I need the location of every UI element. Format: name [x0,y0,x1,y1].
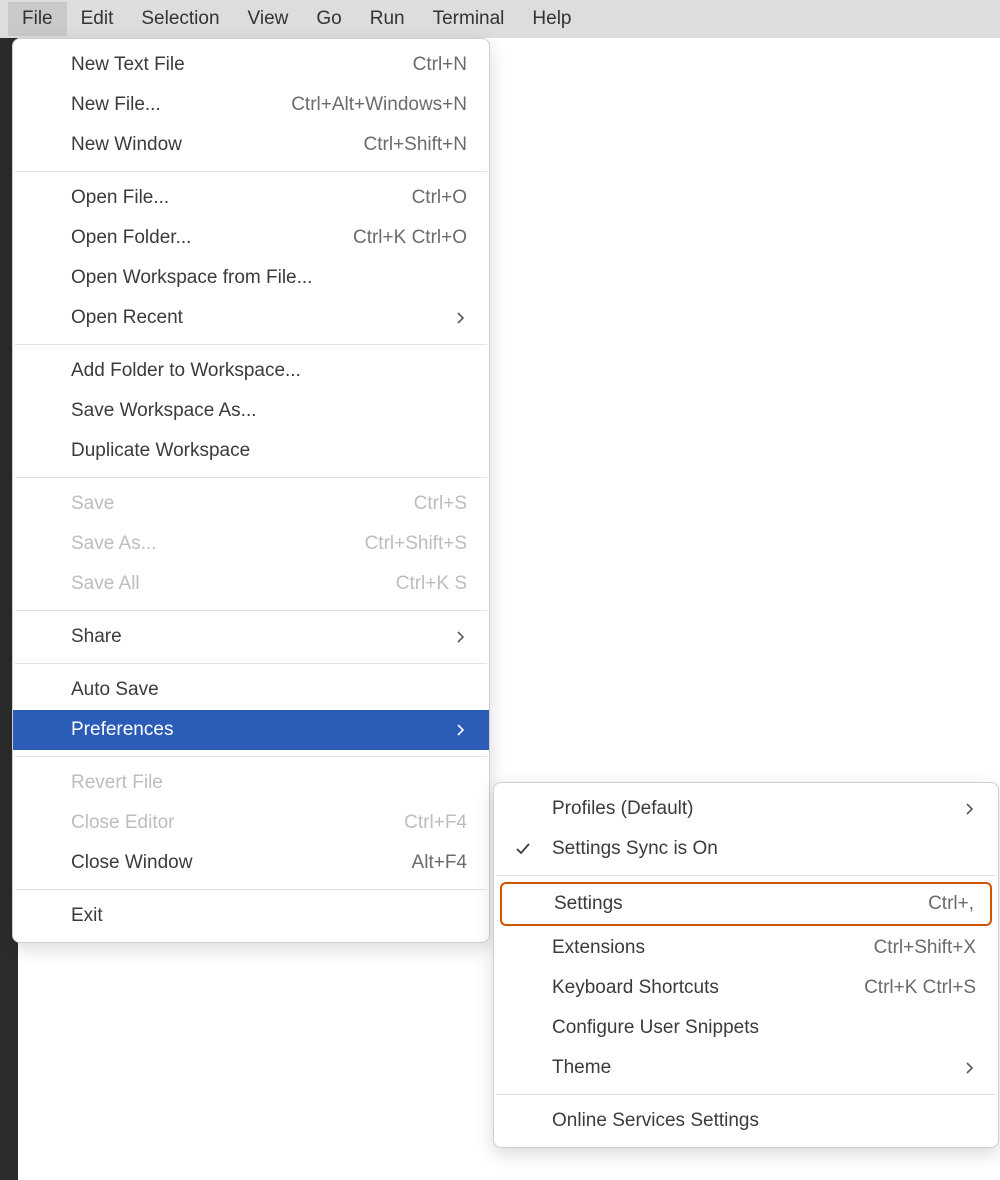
menu-item-auto-save[interactable]: Auto Save [13,670,489,710]
chevron-right-icon [962,1060,978,1076]
menu-item-save-all: Save All Ctrl+K S [13,564,489,604]
menu-item-keyboard-shortcuts[interactable]: Keyboard Shortcuts Ctrl+K Ctrl+S [494,968,998,1008]
menu-item-duplicate-workspace[interactable]: Duplicate Workspace [13,431,489,471]
menu-separator [15,663,487,664]
menubar-item-edit[interactable]: Edit [67,2,128,36]
menu-item-new-file[interactable]: New File... Ctrl+Alt+Windows+N [13,85,489,125]
menu-item-profiles[interactable]: Profiles (Default) [494,789,998,829]
menu-item-open-folder[interactable]: Open Folder... Ctrl+K Ctrl+O [13,218,489,258]
menu-item-save-as: Save As... Ctrl+Shift+S [13,524,489,564]
menu-item-configure-user-snippets[interactable]: Configure User Snippets [494,1008,998,1048]
menu-separator [15,889,487,890]
menu-item-close-editor: Close Editor Ctrl+F4 [13,803,489,843]
menubar-item-selection[interactable]: Selection [127,2,233,36]
chevron-right-icon [453,629,469,645]
menubar-item-view[interactable]: View [234,2,303,36]
menubar: File Edit Selection View Go Run Terminal… [0,0,1000,38]
menu-item-close-window[interactable]: Close Window Alt+F4 [13,843,489,883]
menu-item-new-text-file[interactable]: New Text File Ctrl+N [13,45,489,85]
menu-separator [15,477,487,478]
menu-item-open-recent[interactable]: Open Recent [13,298,489,338]
menubar-item-help[interactable]: Help [518,2,585,36]
chevron-right-icon [453,722,469,738]
menu-item-exit[interactable]: Exit [13,896,489,936]
menu-item-add-folder-to-workspace[interactable]: Add Folder to Workspace... [13,351,489,391]
chevron-right-icon [962,801,978,817]
file-menu: New Text File Ctrl+N New File... Ctrl+Al… [12,38,490,943]
chevron-right-icon [453,310,469,326]
menu-item-save: Save Ctrl+S [13,484,489,524]
menubar-item-run[interactable]: Run [356,2,419,36]
menu-item-save-workspace-as[interactable]: Save Workspace As... [13,391,489,431]
menu-item-theme[interactable]: Theme [494,1048,998,1088]
menu-item-settings-sync[interactable]: Settings Sync is On [494,829,998,869]
menu-item-settings[interactable]: Settings Ctrl+, [500,882,992,926]
menubar-item-terminal[interactable]: Terminal [419,2,519,36]
menu-separator [496,875,996,876]
menubar-item-go[interactable]: Go [302,2,355,36]
menu-item-extensions[interactable]: Extensions Ctrl+Shift+X [494,928,998,968]
menu-item-online-services-settings[interactable]: Online Services Settings [494,1101,998,1141]
menu-separator [15,344,487,345]
menu-separator [15,756,487,757]
menu-item-open-workspace-from-file[interactable]: Open Workspace from File... [13,258,489,298]
menu-item-new-window[interactable]: New Window Ctrl+Shift+N [13,125,489,165]
menu-item-revert-file: Revert File [13,763,489,803]
menu-separator [496,1094,996,1095]
menu-item-open-file[interactable]: Open File... Ctrl+O [13,178,489,218]
menu-separator [15,610,487,611]
menu-item-share[interactable]: Share [13,617,489,657]
preferences-submenu: Profiles (Default) Settings Sync is On S… [493,782,999,1148]
menu-separator [15,171,487,172]
menu-item-preferences[interactable]: Preferences [13,710,489,750]
menubar-item-file[interactable]: File [8,2,67,36]
check-icon [514,840,532,858]
